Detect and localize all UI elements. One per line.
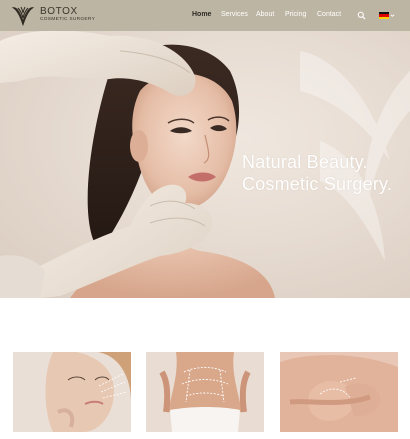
nav-about[interactable]: About bbox=[256, 11, 274, 18]
gallery-card-abdomen[interactable] bbox=[146, 352, 264, 432]
site-header: BOTOX COSMETIC SURGERY Home Services Abo… bbox=[0, 0, 410, 31]
brand-logo[interactable]: BOTOX COSMETIC SURGERY bbox=[12, 4, 95, 26]
treatments-gallery bbox=[0, 352, 410, 439]
nav-contact[interactable]: Contact bbox=[317, 11, 341, 18]
abdomen-marking-photo bbox=[146, 352, 264, 432]
gallery-card-breast[interactable] bbox=[280, 352, 398, 432]
hero-title: Natural Beauty. Cosmetic Surgery. bbox=[242, 151, 392, 195]
gallery-card-face[interactable] bbox=[13, 352, 131, 432]
search-icon[interactable] bbox=[357, 11, 366, 20]
breast-marking-photo bbox=[280, 352, 398, 432]
nav-pricing[interactable]: Pricing bbox=[285, 11, 306, 18]
hero-title-line-2: Cosmetic Surgery. bbox=[242, 174, 393, 194]
brand-logo-icon bbox=[12, 6, 34, 26]
hero-banner: Natural Beauty. Cosmetic Surgery. bbox=[0, 31, 410, 298]
brand-tagline: COSMETIC SURGERY bbox=[40, 17, 96, 23]
hero-title-line-1: Natural Beauty. bbox=[242, 152, 368, 172]
brand-name: BOTOX bbox=[40, 6, 78, 18]
nav-home[interactable]: Home bbox=[192, 11, 211, 18]
chevron-down-icon[interactable] bbox=[390, 13, 395, 18]
german-flag-icon[interactable] bbox=[379, 12, 389, 19]
nav-services[interactable]: Services bbox=[221, 11, 248, 18]
face-treatment-photo bbox=[13, 352, 131, 432]
